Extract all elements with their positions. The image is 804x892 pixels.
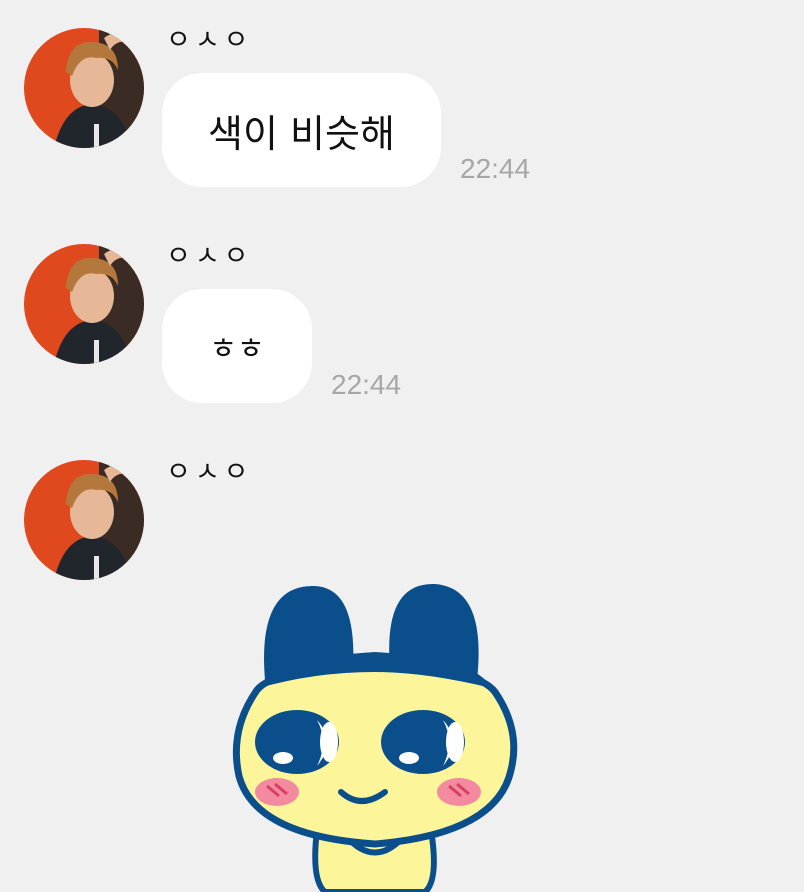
sticker-image bbox=[232, 583, 518, 892]
message-bubble[interactable]: 색이 비슷해 bbox=[162, 73, 441, 187]
avatar-image bbox=[24, 460, 144, 580]
sender-name: ㅇㅅㅇ bbox=[166, 457, 253, 488]
mametchi-sticker[interactable] bbox=[225, 580, 525, 892]
message-bubble[interactable]: ㅎㅎ bbox=[162, 289, 312, 403]
avatar[interactable] bbox=[24, 244, 144, 364]
chat-view: ㅇㅅㅇ 색이 비슷해 22:44 ㅇㅅㅇ ㅎㅎ 22:44 ㅇㅅㅇ bbox=[0, 0, 804, 892]
sender-name: ㅇㅅㅇ bbox=[166, 25, 253, 56]
message-timestamp: 22:44 bbox=[460, 153, 531, 184]
avatar[interactable] bbox=[24, 460, 144, 580]
avatar-image bbox=[24, 28, 144, 148]
sender-name: ㅇㅅㅇ bbox=[166, 241, 253, 272]
avatar[interactable] bbox=[24, 28, 144, 148]
message-timestamp: 22:44 bbox=[331, 369, 402, 400]
avatar-image bbox=[24, 244, 144, 364]
